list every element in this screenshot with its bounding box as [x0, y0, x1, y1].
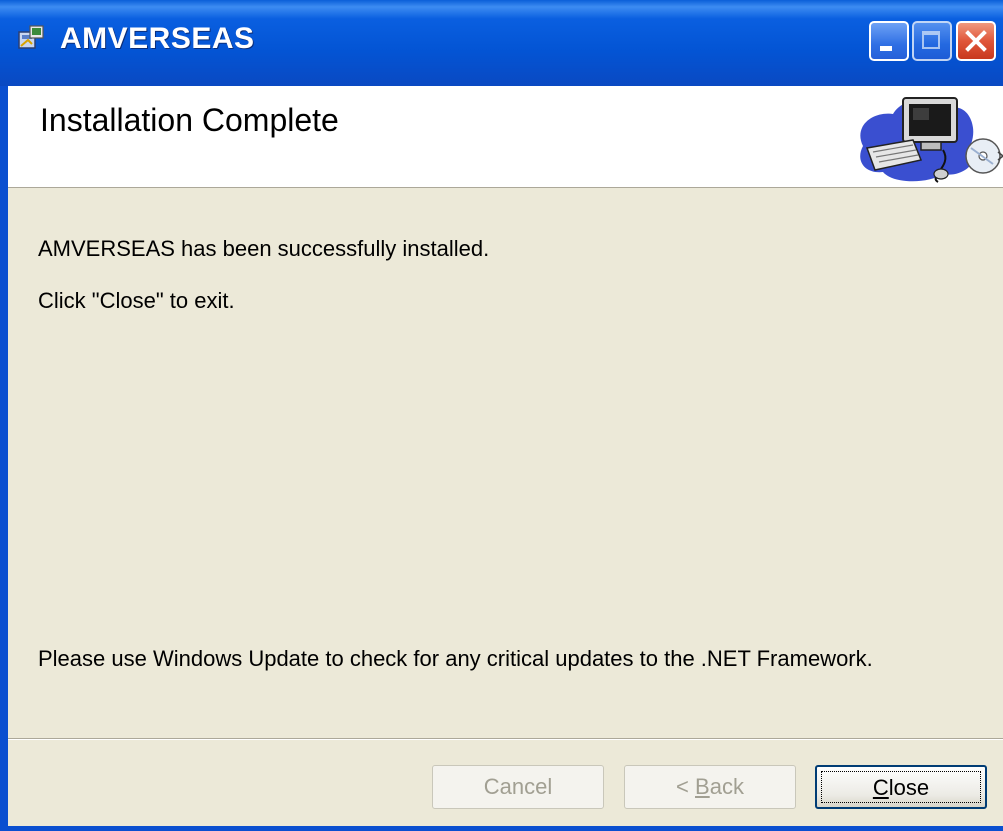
cancel-button-label: Cancel: [483, 774, 553, 799]
maximize-button[interactable]: [912, 21, 952, 61]
update-note: Please use Windows Update to check for a…: [38, 646, 873, 671]
close-icon: [965, 30, 987, 52]
back-button-accel: B: [695, 774, 710, 799]
focus-rectangle: [821, 771, 981, 803]
success-message: AMVERSEAS has been successfully installe…: [38, 236, 490, 261]
back-button-rest: ack: [709, 774, 744, 799]
page-title: Installation Complete: [40, 102, 339, 138]
header-banner: Installation Complete: [8, 86, 1003, 188]
footer-divider: [8, 738, 1003, 740]
back-button-prefix: <: [676, 774, 696, 799]
title-bar[interactable]: AMVERSEAS: [0, 0, 1003, 86]
back-button[interactable]: < Back: [624, 765, 796, 809]
window-frame-bottom: [0, 826, 1003, 831]
minimize-button[interactable]: [869, 21, 909, 61]
exit-hint: Click "Close" to exit.: [38, 288, 235, 313]
close-window-button[interactable]: [956, 21, 996, 61]
computer-install-icon: [860, 97, 1003, 183]
close-button[interactable]: Close: [815, 765, 987, 809]
cancel-button[interactable]: Cancel: [432, 765, 604, 809]
window-frame-left: [0, 86, 8, 831]
window-title: AMVERSEAS: [60, 22, 255, 55]
installer-window: AMVERSEAS Installation Complete AMVERSEA…: [0, 0, 1003, 831]
installer-app-icon: [18, 25, 44, 49]
